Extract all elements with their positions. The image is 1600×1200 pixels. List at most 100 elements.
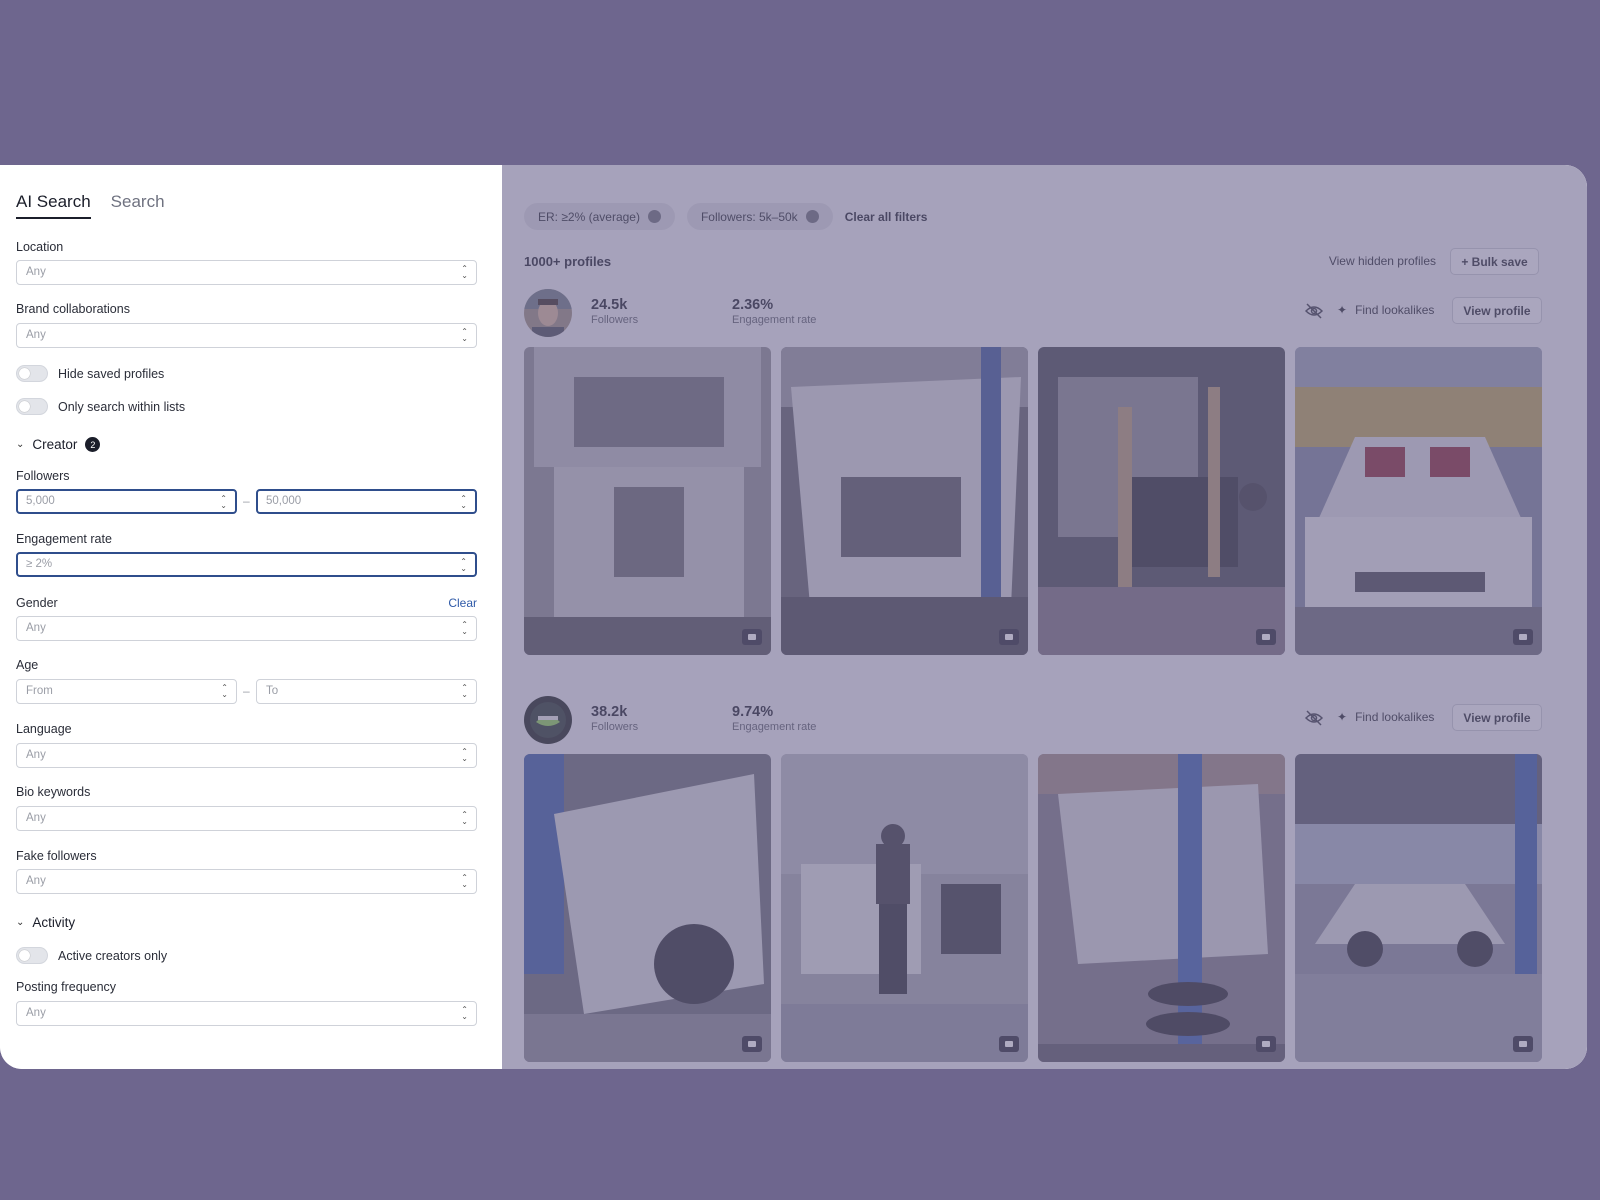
post-thumbnail[interactable] [1038, 754, 1285, 1062]
post-thumbnail[interactable] [1038, 347, 1285, 655]
posting-frequency-select[interactable]: Any ⌃ ⌄ [16, 1001, 477, 1026]
gender-clear-link[interactable]: Clear [448, 596, 477, 610]
post-thumbnail[interactable] [524, 347, 771, 655]
bulk-save-button[interactable]: + Bulk save [1450, 248, 1539, 275]
activity-section-label: Activity [32, 915, 76, 930]
only-lists-row: Only search within lists [16, 398, 185, 415]
hide-saved-label: Hide saved profiles [58, 366, 165, 381]
post-thumbnail[interactable] [781, 754, 1028, 1062]
profile-card-header: 38.2k Followers 9.74% Engagement rate ✦ … [524, 696, 1542, 746]
engagement-label: Engagement rate [732, 721, 817, 733]
creator-section-header[interactable]: ⌄ Creator 2 [16, 437, 101, 452]
language-value: Any [26, 749, 46, 761]
posting-frequency-value: Any [26, 1007, 46, 1019]
tab-search[interactable]: Search [111, 192, 165, 219]
followers-max-value: 50,000 [266, 495, 302, 507]
fake-followers-value: Any [26, 875, 46, 887]
engagement-value: 9.74% [732, 704, 774, 720]
video-icon [999, 1036, 1019, 1052]
results-count: 1000+ profiles [524, 254, 612, 269]
remove-chip-icon[interactable] [647, 210, 661, 223]
view-profile-button[interactable]: View profile [1452, 297, 1542, 324]
avatar[interactable] [524, 289, 572, 337]
followers-value: 24.5k [591, 297, 628, 313]
posting-frequency-label: Posting frequency [16, 980, 117, 994]
age-from-value: From [26, 685, 53, 697]
age-to-value: To [266, 685, 279, 697]
video-icon [742, 629, 762, 645]
followers-min-value: 5,000 [26, 495, 55, 507]
filter-chip-er-label: ER: ≥2% (average) [538, 209, 640, 224]
age-label: Age [16, 658, 39, 672]
followers-label: Followers [591, 314, 639, 326]
location-value: Any [26, 266, 46, 278]
profile-card-header: 24.5k Followers 2.36% Engagement rate ✦ … [524, 289, 1542, 339]
hide-saved-toggle[interactable] [16, 365, 48, 382]
engagement-stat: 2.36% Engagement rate [732, 297, 816, 326]
avatar[interactable] [524, 696, 572, 744]
sort-caret-icon: ⌃ ⌄ [461, 683, 468, 699]
language-select[interactable]: Any ⌃ ⌄ [16, 743, 477, 768]
post-thumbnail[interactable] [1295, 754, 1542, 1062]
gender-select[interactable]: Any ⌃ ⌄ [16, 616, 477, 641]
filter-chip-er[interactable]: ER: ≥2% (average) [524, 203, 675, 230]
brand-collaborations-select[interactable]: Any ⌃ ⌄ [16, 323, 477, 348]
sort-caret-icon: ⌃ ⌄ [460, 557, 467, 573]
hide-profile-icon[interactable] [1305, 303, 1323, 319]
range-separator: – [243, 684, 250, 698]
followers-min-input[interactable]: 5,000 ⌃ ⌄ [16, 489, 237, 514]
find-lookalikes-button[interactable]: ✦ Find lookalikes [1337, 710, 1434, 724]
engagement-rate-select[interactable]: ≥ 2% ⌃ ⌄ [16, 552, 477, 577]
find-lookalikes-button[interactable]: ✦ Find lookalikes [1337, 303, 1434, 317]
filter-chip-followers[interactable]: Followers: 5k–50k [686, 203, 833, 230]
engagement-rate-value: ≥ 2% [26, 558, 53, 570]
only-lists-toggle[interactable] [16, 398, 48, 415]
engagement-label: Engagement rate [732, 314, 817, 326]
hide-profile-icon[interactable] [1305, 710, 1323, 726]
app-window: AI Search Search Location Any ⌃ ⌄ Brand c… [0, 165, 1587, 1069]
active-only-toggle[interactable] [16, 947, 48, 964]
view-hidden-profiles-link[interactable]: View hidden profiles [1329, 254, 1436, 268]
sparkle-icon: ✦ [1337, 303, 1348, 317]
post-thumbnail[interactable] [524, 754, 771, 1062]
filter-sidebar: AI Search Search Location Any ⌃ ⌄ Brand c… [0, 165, 502, 1069]
active-filter-chips: ER: ≥2% (average) Followers: 5k–50k Clea… [524, 203, 927, 230]
location-select[interactable]: Any ⌃ ⌄ [16, 260, 477, 285]
bio-keywords-select[interactable]: Any ⌃ ⌄ [16, 806, 477, 831]
followers-label: Followers [16, 469, 70, 483]
video-icon [999, 629, 1019, 645]
tab-ai-search[interactable]: AI Search [16, 192, 91, 219]
post-thumbnails [524, 754, 1542, 1062]
engagement-stat: 9.74% Engagement rate [732, 704, 816, 733]
view-profile-button[interactable]: View profile [1452, 704, 1542, 731]
sort-caret-icon: ⌃ ⌄ [461, 264, 468, 280]
age-to-select[interactable]: To ⌃ ⌄ [256, 679, 477, 704]
remove-chip-icon[interactable] [805, 210, 819, 223]
gender-value: Any [26, 622, 46, 634]
active-only-label: Active creators only [58, 948, 168, 963]
brand-collaborations-label: Brand collaborations [16, 302, 130, 316]
sort-caret-icon: ⌃ ⌄ [220, 494, 227, 510]
brand-collaborations-value: Any [26, 329, 46, 341]
sparkle-icon: ✦ [1337, 710, 1348, 724]
followers-stat: 38.2k Followers [591, 704, 638, 733]
clear-all-filters-link[interactable]: Clear all filters [845, 210, 928, 224]
post-thumbnail[interactable] [1295, 347, 1542, 655]
sort-caret-icon: ⌃ ⌄ [461, 747, 468, 763]
bio-keywords-label: Bio keywords [16, 785, 91, 799]
filter-chip-followers-label: Followers: 5k–50k [700, 209, 798, 224]
location-label: Location [16, 240, 64, 254]
engagement-rate-label: Engagement rate [16, 532, 112, 546]
fake-followers-select[interactable]: Any ⌃ ⌄ [16, 869, 477, 894]
followers-max-input[interactable]: 50,000 ⌃ ⌄ [256, 489, 477, 514]
engagement-value: 2.36% [732, 297, 774, 313]
age-from-select[interactable]: From ⌃ ⌄ [16, 679, 237, 704]
post-thumbnail[interactable] [781, 347, 1028, 655]
active-only-row: Active creators only [16, 947, 167, 964]
range-separator: – [243, 494, 250, 508]
sort-caret-icon: ⌃ ⌄ [461, 873, 468, 889]
video-icon [1256, 629, 1276, 645]
post-thumbnails [524, 347, 1542, 655]
activity-section-header[interactable]: ⌄ Activity [16, 915, 75, 930]
hide-saved-row: Hide saved profiles [16, 365, 164, 382]
